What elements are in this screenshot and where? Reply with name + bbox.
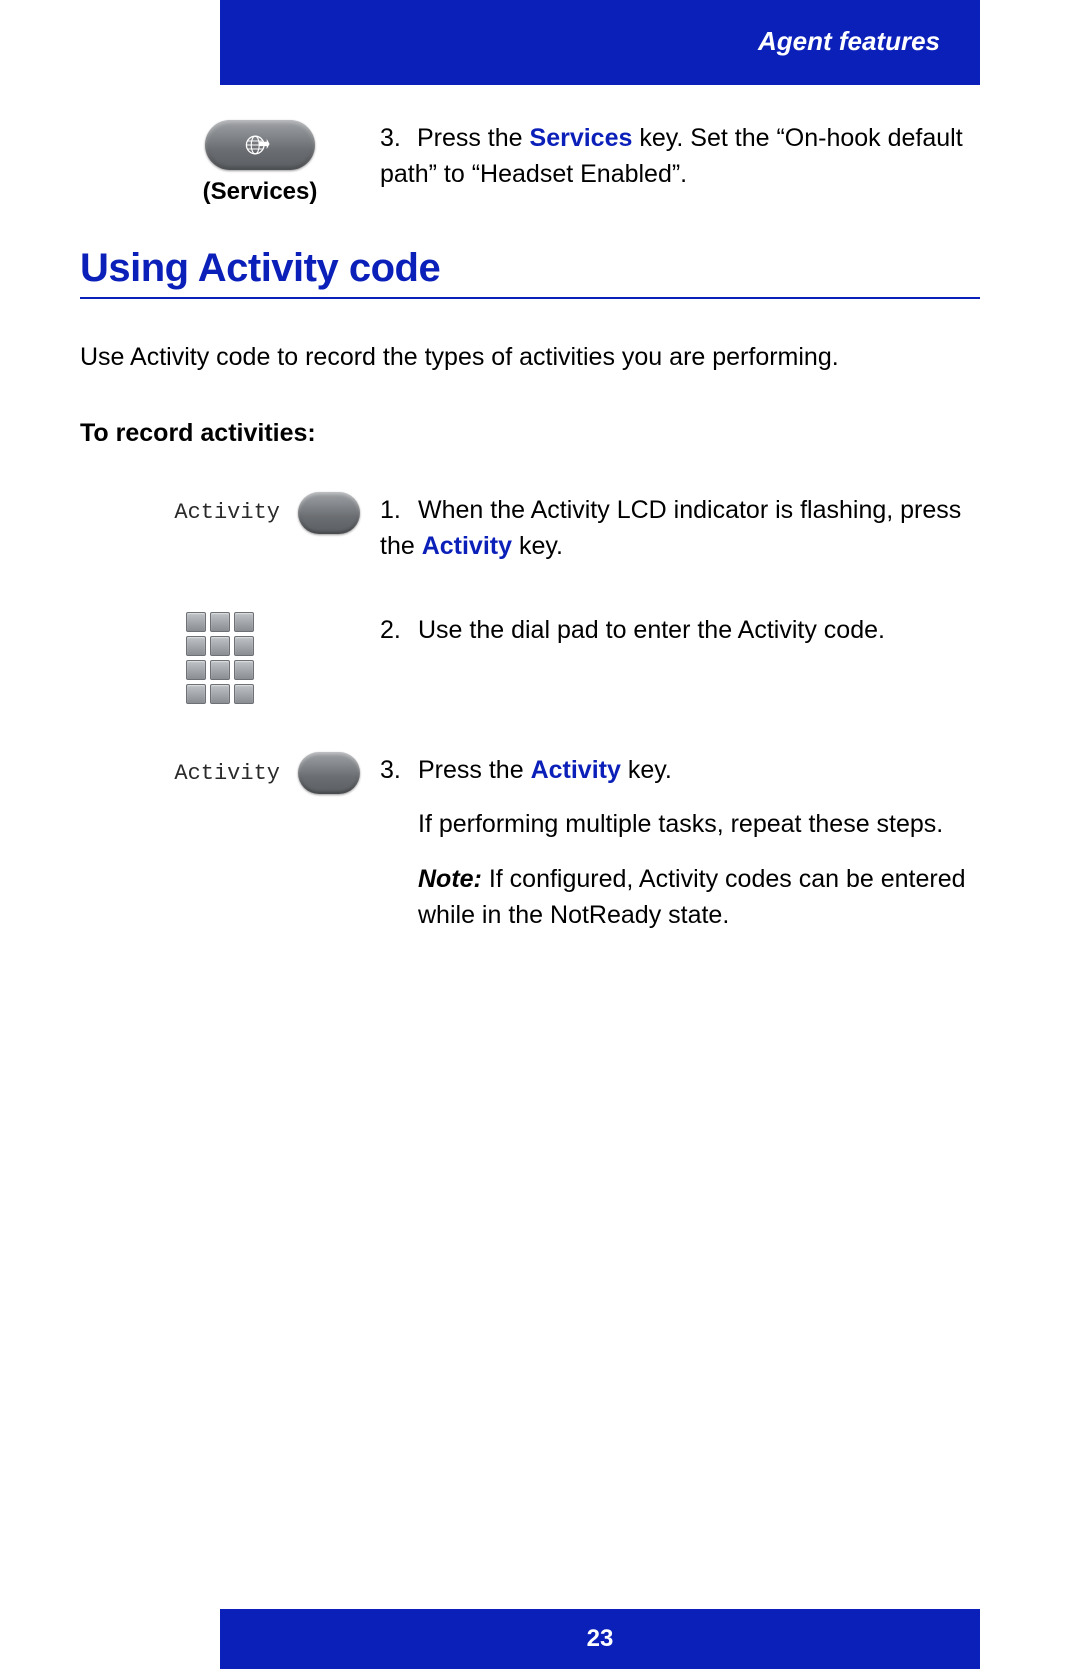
- section-subheading: To record activities:: [80, 415, 980, 451]
- activity-word: Activity: [531, 756, 621, 784]
- activity-step-3-note: Note: If configured, Activity codes can …: [380, 861, 980, 934]
- activity-key-illustration: Activity: [80, 752, 380, 794]
- activity-lcd-label: Activity: [174, 500, 280, 525]
- activity-word: Activity: [422, 532, 512, 560]
- note-text: If configured, Activity codes can be ent…: [418, 865, 966, 929]
- globe-arrow-icon: [244, 131, 276, 159]
- activity-step-3-text: 3.Press the Activity key. If performing …: [380, 752, 980, 933]
- services-step-text: 3. Press the Services key. Set the “On-h…: [380, 120, 980, 193]
- step-number: 3.: [380, 752, 418, 788]
- footer-band: 23: [220, 1609, 980, 1669]
- text-fragment: Press the: [417, 124, 530, 152]
- activity-lcd-label: Activity: [174, 761, 280, 786]
- step-number: 2.: [380, 612, 418, 648]
- services-word: Services: [530, 124, 633, 152]
- dialpad-illustration: [80, 612, 380, 704]
- section-heading: Using Activity code: [80, 246, 980, 291]
- dialpad-icon: [186, 612, 254, 704]
- activity-step-2-text: 2.Use the dial pad to enter the Activity…: [380, 612, 980, 648]
- activity-key-button: [298, 752, 360, 794]
- services-step-row: (Services) 3. Press the Services key. Se…: [80, 120, 980, 206]
- activity-step-1: Activity 1.When the Activity LCD indicat…: [80, 492, 980, 565]
- note-label: Note:: [418, 865, 482, 893]
- page-number: 23: [587, 1625, 614, 1652]
- services-key-button: [205, 120, 315, 170]
- step-number: 3.: [380, 120, 410, 156]
- activity-step-2: 2.Use the dial pad to enter the Activity…: [80, 612, 980, 704]
- activity-step-1-text: 1.When the Activity LCD indicator is fla…: [380, 492, 980, 565]
- activity-key-illustration: Activity: [80, 492, 380, 534]
- header-title: Agent features: [758, 26, 940, 57]
- services-key-label: (Services): [203, 178, 318, 206]
- section-intro: Use Activity code to record the types of…: [80, 339, 980, 375]
- activity-step-3-extra: If performing multiple tasks, repeat the…: [380, 806, 980, 842]
- services-key-col: (Services): [80, 120, 380, 206]
- text-fragment: key.: [512, 532, 563, 560]
- page-content: (Services) 3. Press the Services key. Se…: [80, 120, 980, 933]
- activity-step-3: Activity 3.Press the Activity key. If pe…: [80, 752, 980, 933]
- text-fragment: Press the: [418, 756, 531, 784]
- section-rule: [80, 297, 980, 299]
- header-band: Agent features: [220, 0, 980, 85]
- text-fragment: Use the dial pad to enter the Activity c…: [418, 616, 885, 644]
- step-number: 1.: [380, 492, 418, 528]
- activity-key-button: [298, 492, 360, 534]
- text-fragment: key.: [621, 756, 672, 784]
